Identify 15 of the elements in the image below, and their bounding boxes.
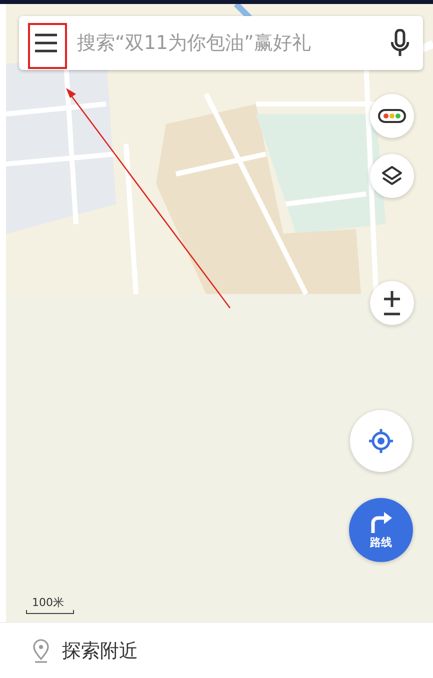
highlight-box <box>28 23 67 69</box>
search-bar[interactable]: 搜索“双11为你包油”赢好礼 <box>19 16 423 70</box>
locate-icon <box>368 428 394 454</box>
microphone-button[interactable] <box>391 29 409 57</box>
plus-minus-icon <box>382 290 402 316</box>
location-pin-icon <box>32 638 50 662</box>
traffic-light-icon <box>378 109 406 123</box>
microphone-icon <box>391 29 409 57</box>
search-field[interactable]: 搜索“双11为你包油”赢好礼 <box>75 31 379 55</box>
layers-icon <box>380 164 404 188</box>
scale-label: 100米 <box>31 595 65 610</box>
explore-nearby-label[interactable]: 探索附近 <box>62 638 138 664</box>
menu-icon <box>34 33 58 53</box>
turn-right-arrow-icon <box>369 510 393 532</box>
scale-bar <box>26 610 74 614</box>
